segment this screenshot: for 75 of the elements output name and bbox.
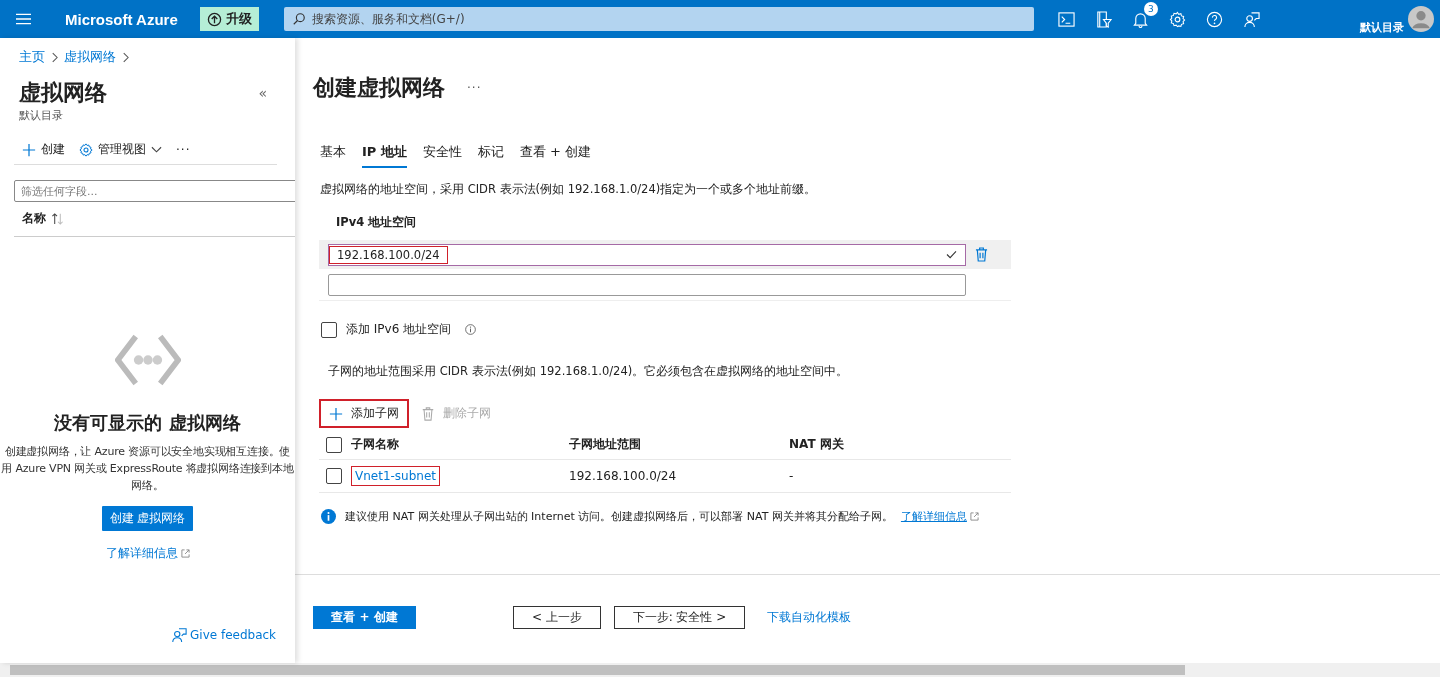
column-header[interactable]: NAT 网关: [789, 436, 844, 453]
filter-icon[interactable]: [1094, 10, 1112, 28]
info-icon[interactable]: [465, 324, 477, 335]
subnet-description: 子网的地址范围采用 CIDR 表示法(例如 192.168.1.0/24)。它必须包含在虚拟网络的地址空间中。: [328, 364, 850, 379]
table-cell: -: [789, 469, 794, 483]
manage-view-button[interactable]: 管理视图: [79, 141, 162, 158]
review-create-button[interactable]: 查看 + 创建: [313, 605, 416, 629]
search-field[interactable]: 搜索资源、服务和文档(G+/): [283, 7, 1034, 31]
scrollbar-thumb[interactable]: [10, 665, 1185, 675]
previous-button[interactable]: < 上一步: [513, 605, 601, 629]
terminal-icon[interactable]: [1057, 10, 1075, 28]
breadcrumb-link[interactable]: 虚拟网络: [64, 48, 116, 66]
feedback-icon[interactable]: [1242, 10, 1260, 28]
gear-icon: [79, 142, 93, 157]
blade-title: 创建虚拟网络: [313, 74, 445, 102]
more-button[interactable]: ···: [176, 142, 191, 157]
ipv6-label: 添加 IPv6 地址空间: [346, 321, 452, 338]
directory-subtitle: 默认目录: [18, 108, 64, 123]
tab[interactable]: IP 地址: [362, 143, 407, 168]
help-icon[interactable]: [1205, 10, 1223, 28]
search-icon: [291, 12, 306, 26]
add-subnet-button[interactable]: 添加子网: [319, 399, 409, 428]
create-button[interactable]: 创建: [22, 141, 65, 158]
select-all-checkbox[interactable]: [326, 436, 342, 453]
trash-icon: [421, 406, 435, 421]
collapse-button[interactable]: «: [258, 85, 267, 101]
row-checkbox[interactable]: [326, 468, 342, 484]
info-message: 建议使用 NAT 网关处理从子网出站的 Internet 访问。创建虚拟网络后，可以部署 NAT 网关并将其分配给子网。: [345, 509, 893, 524]
ipv4-label: IPv4 地址空间: [336, 215, 418, 230]
external-link-icon: [180, 549, 190, 558]
ipv6-checkbox[interactable]: [321, 321, 337, 338]
tab[interactable]: 标记: [477, 143, 504, 168]
page-title: 虚拟网络: [19, 79, 107, 107]
chevron-right-icon: [122, 51, 129, 63]
filter-field[interactable]: 筛选任何字段...: [14, 180, 295, 202]
column-header[interactable]: 子网地址范围: [569, 436, 789, 453]
sort-icon[interactable]: [51, 212, 64, 225]
menu-icon[interactable]: [16, 13, 31, 25]
tab[interactable]: 安全性: [422, 143, 462, 168]
more-button[interactable]: ···: [467, 81, 482, 95]
empty-description: 创建虚拟网络，让 Azure 资源可以安全地实现相互连接。使用 Azure VPN 网关或 ExpressRoute 将虚拟网络连接到本地网络。: [0, 444, 295, 494]
brand-name[interactable]: Microsoft Azure: [65, 10, 178, 28]
breadcrumb-link[interactable]: 主页: [19, 48, 45, 66]
learn-more-link[interactable]: 了解详细信息: [105, 545, 190, 562]
download-template-link[interactable]: 下载自动化模板: [767, 608, 851, 626]
tab[interactable]: 查看 + 创建: [519, 143, 592, 168]
learn-more-link[interactable]: 了解详细信息: [900, 509, 979, 524]
network-icon: [114, 333, 181, 387]
plus-icon: [22, 142, 36, 157]
plus-icon: [329, 406, 343, 421]
arrow-up-icon: [206, 11, 222, 27]
create-network-button[interactable]: 创建 虚拟网络: [101, 506, 194, 531]
address-field[interactable]: 192.168.100.0/24: [328, 243, 966, 266]
address-field[interactable]: [328, 274, 966, 296]
notification-badge: 3: [1143, 1, 1158, 16]
give-feedback-link[interactable]: Give feedback: [171, 627, 277, 643]
feedback-icon: [171, 627, 187, 643]
subnet-link[interactable]: Vnet1-subnet: [351, 466, 441, 486]
chevron-right-icon: [51, 51, 58, 63]
info-icon: [321, 509, 336, 524]
chevron-down-icon: [151, 145, 162, 154]
avatar-icon[interactable]: [1408, 6, 1434, 32]
external-link-icon: [969, 512, 979, 521]
delete-icon[interactable]: [975, 247, 988, 262]
upgrade-button[interactable]: 升级: [199, 7, 259, 31]
directory-name[interactable]: 默认目录: [1360, 20, 1404, 35]
bell-icon[interactable]: [1131, 10, 1149, 28]
column-header[interactable]: 子网名称: [351, 436, 399, 453]
empty-title: 没有可显示的 虚拟网络: [54, 411, 241, 435]
settings-icon[interactable]: [1168, 10, 1186, 28]
table-cell-text: 192.168.100.0/24: [569, 469, 678, 483]
address-space-description: 虚拟网络的地址空间，采用 CIDR 表示法(例如 192.168.1.0/24)指定为一个或多个地址前缀。: [320, 182, 818, 197]
tab[interactable]: 基本: [320, 143, 346, 168]
next-button[interactable]: 下一步: 安全性 >: [614, 605, 745, 629]
column-header[interactable]: 名称: [22, 210, 46, 227]
